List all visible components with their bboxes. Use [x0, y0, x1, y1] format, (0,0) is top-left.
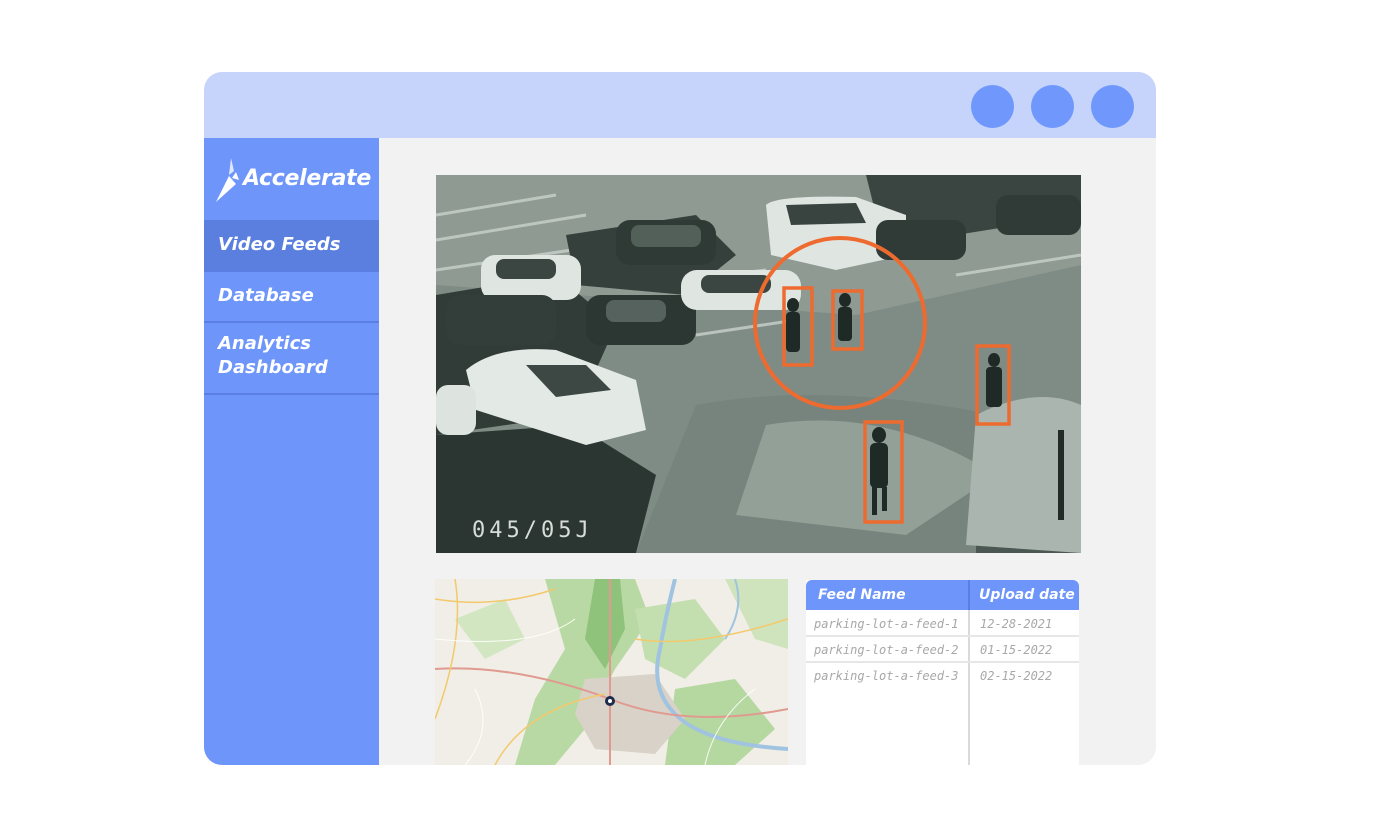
sidebar-item-label: Video Feeds: [218, 234, 341, 255]
sidebar-item-label-line2: Dashboard: [218, 357, 328, 378]
sidebar-item-label-line1: Analytics: [218, 333, 311, 354]
table-header: Feed Name Upload date: [806, 580, 1079, 610]
column-header-upload-date[interactable]: Upload date: [979, 580, 1075, 610]
table-row[interactable]: parking-lot-a-feed-3 02-15-2022: [806, 663, 1079, 689]
table-row[interactable]: parking-lot-a-feed-1 12-28-2021: [806, 611, 1079, 637]
column-header-feed-name[interactable]: Feed Name: [818, 580, 906, 610]
upload-date-cell: 02-15-2022: [980, 669, 1053, 683]
brand[interactable]: Accelerate: [204, 138, 379, 220]
feeds-table: Feed Name Upload date parking-lot-a-feed…: [806, 580, 1079, 765]
accelerate-logo-icon: [216, 156, 239, 202]
video-frame: 045/05J: [436, 175, 1081, 553]
sidebar-item-video-feeds[interactable]: Video Feeds: [204, 220, 379, 272]
sidebar: Accelerate Video Feeds Database Analytic…: [204, 138, 379, 765]
map-view: [435, 579, 788, 765]
sidebar-item-label: Database: [218, 285, 314, 306]
window-control-1[interactable]: [971, 85, 1014, 128]
sidebar-item-analytics-dashboard[interactable]: Analytics Dashboard: [204, 323, 379, 395]
window-control-2[interactable]: [1031, 85, 1074, 128]
feed-name-cell: parking-lot-a-feed-2: [814, 643, 959, 657]
upload-date-cell: 12-28-2021: [980, 617, 1053, 631]
brand-name: Accelerate: [243, 166, 371, 191]
video-feed[interactable]: 045/05J: [436, 175, 1081, 553]
feed-name-cell: parking-lot-a-feed-3: [814, 669, 959, 683]
title-bar: [204, 72, 1156, 138]
sidebar-item-database[interactable]: Database: [204, 272, 379, 323]
table-row[interactable]: parking-lot-a-feed-2 01-15-2022: [806, 637, 1079, 663]
window-control-3[interactable]: [1091, 85, 1134, 128]
video-timestamp: 045/05J: [472, 518, 593, 543]
header-divider: [968, 580, 970, 610]
map-panel[interactable]: [435, 579, 788, 765]
app-window: Accelerate Video Feeds Database Analytic…: [204, 72, 1156, 765]
upload-date-cell: 01-15-2022: [980, 643, 1053, 657]
feed-name-cell: parking-lot-a-feed-1: [814, 617, 959, 631]
